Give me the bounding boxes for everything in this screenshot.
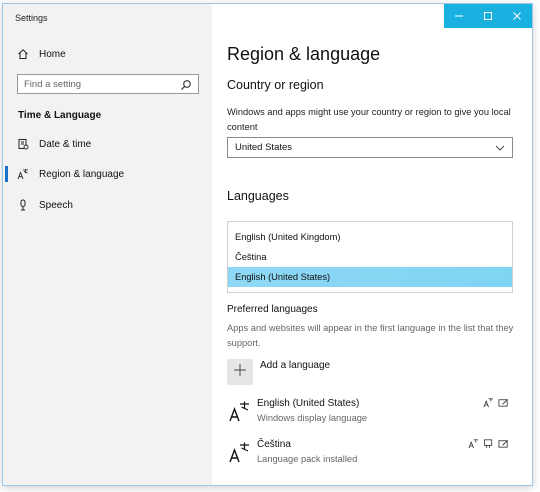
language-status: Language pack installed (257, 454, 358, 464)
country-select[interactable]: United States (227, 137, 513, 158)
sidebar-item-speech[interactable]: Speech (3, 190, 212, 220)
add-language-button[interactable] (227, 359, 253, 385)
handwriting-icon (498, 438, 509, 449)
language-status: Windows display language (257, 413, 368, 423)
home-icon (17, 48, 29, 60)
maximize-button[interactable] (473, 4, 502, 28)
sidebar-item-label: Region & language (39, 168, 125, 180)
sidebar-item-label: Date & time (39, 138, 92, 150)
sidebar: Settings Home Find a setting Time & Lang… (3, 4, 212, 485)
microphone-icon (17, 199, 29, 211)
sidebar-item-date-time[interactable]: Date & time (3, 129, 212, 159)
calendar-icon (17, 138, 29, 150)
page-title: Region & language (227, 44, 381, 64)
preferred-language-item[interactable]: English (United States) Windows display … (227, 397, 517, 431)
languages-heading: Languages (227, 189, 289, 203)
settings-window: Settings Home Find a setting Time & Lang… (2, 3, 533, 486)
home-link[interactable]: Home (3, 39, 212, 69)
country-value: United States (235, 142, 293, 153)
preferred-heading: Preferred languages (227, 304, 318, 315)
chevron-down-icon (495, 139, 505, 157)
handwriting-icon (498, 397, 509, 408)
close-button[interactable] (503, 4, 532, 28)
search-input[interactable]: Find a setting (17, 74, 199, 94)
sidebar-item-region-language[interactable]: Region & language (3, 159, 212, 189)
list-item-selected[interactable]: English (United States) (228, 267, 512, 287)
search-placeholder: Find a setting (24, 78, 82, 90)
list-item[interactable]: English (United Kingdom) (228, 227, 512, 247)
preferred-language-item[interactable]: Čeština Language pack installed (227, 438, 517, 472)
display-language-icon (468, 438, 479, 449)
home-label: Home (39, 48, 66, 60)
sidebar-item-label: Speech (39, 199, 73, 211)
search-icon[interactable] (180, 78, 192, 90)
window-title: Settings (15, 13, 48, 23)
main-content: Region & language Country or region Wind… (212, 4, 532, 485)
country-heading: Country or region (227, 78, 324, 92)
caption-buttons (444, 4, 532, 28)
language-name: English (United States) (257, 398, 360, 409)
country-description: Windows and apps might use your country … (227, 107, 511, 132)
languages-list: English (United Kingdom) Čeština English… (227, 221, 513, 293)
language-features (468, 438, 509, 449)
speech-icon (483, 438, 494, 449)
display-language-icon (483, 397, 494, 408)
language-glyph-icon (229, 440, 253, 464)
language-features (483, 397, 509, 408)
minimize-button[interactable] (444, 4, 473, 28)
section-title: Time & Language (18, 110, 102, 121)
language-name: Čeština (257, 439, 291, 450)
preferred-description: Apps and websites will appear in the fir… (227, 323, 514, 348)
list-item[interactable]: Čeština (228, 247, 512, 267)
language-glyph-icon (229, 399, 253, 423)
language-icon (17, 168, 29, 180)
add-language-label[interactable]: Add a language (260, 360, 330, 371)
plus-icon (233, 363, 247, 382)
